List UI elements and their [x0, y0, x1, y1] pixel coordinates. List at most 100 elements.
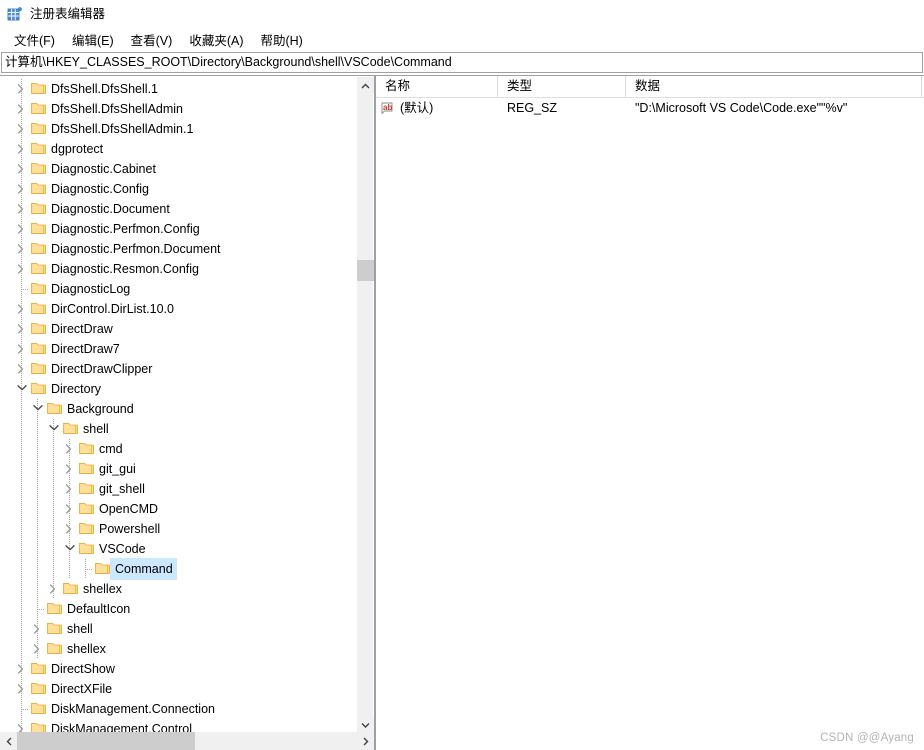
folder-icon — [30, 319, 47, 339]
tree-item[interactable]: shellex — [0, 579, 356, 599]
tree-guide-line — [69, 559, 70, 579]
folder-icon — [30, 359, 47, 379]
value-row[interactable]: ab (默认) REG_SZ "D:\Microsoft VS Code\Code.e… — [376, 98, 924, 119]
chevron-right-icon[interactable] — [14, 319, 30, 339]
tree-item[interactable]: Diagnostic.Config — [0, 179, 356, 199]
tree-hscrollbar-thumb[interactable] — [17, 732, 195, 750]
tree-item[interactable]: Diagnostic.Cabinet — [0, 159, 356, 179]
chevron-right-icon[interactable] — [14, 119, 30, 139]
tree-item[interactable]: DiskManagement.Connection — [0, 699, 356, 719]
tree-item[interactable]: git_gui — [0, 459, 356, 479]
tree-guide-line — [21, 539, 22, 559]
chevron-right-icon[interactable] — [14, 359, 30, 379]
folder-icon — [78, 539, 95, 559]
column-header-data[interactable]: 数据 — [626, 76, 922, 97]
tree-item[interactable]: Diagnostic.Perfmon.Document — [0, 239, 356, 259]
tree-guide-line — [53, 439, 54, 459]
tree-item[interactable]: DirectDraw7 — [0, 339, 356, 359]
tree-item[interactable]: DirectDrawClipper — [0, 359, 356, 379]
tree-item[interactable]: Directory — [0, 379, 356, 399]
chevron-right-icon[interactable] — [14, 159, 30, 179]
address-bar[interactable]: 计算机\HKEY_CLASSES_ROOT\Directory\Backgrou… — [1, 52, 923, 73]
chevron-right-icon[interactable] — [62, 479, 78, 499]
folder-icon — [46, 399, 63, 419]
chevron-right-icon[interactable] — [46, 579, 62, 599]
tree-item[interactable]: Diagnostic.Resmon.Config — [0, 259, 356, 279]
tree-item[interactable]: Diagnostic.Document — [0, 199, 356, 219]
tree-item[interactable]: Background — [0, 399, 356, 419]
tree-item[interactable]: DfsShell.DfsShellAdmin — [0, 99, 356, 119]
tree-item[interactable]: VSCode — [0, 539, 356, 559]
chevron-down-icon[interactable] — [14, 379, 30, 399]
tree-item[interactable]: DirectDraw — [0, 319, 356, 339]
chevron-right-icon[interactable] — [14, 199, 30, 219]
chevron-right-icon[interactable] — [14, 139, 30, 159]
tree-item[interactable]: DiagnosticLog — [0, 279, 356, 299]
tree-item[interactable]: OpenCMD — [0, 499, 356, 519]
tree-item[interactable]: DirControl.DirList.10.0 — [0, 299, 356, 319]
registry-tree-pane: DfsShell.DfsShell.1 DfsShell.DfsShellAdmi… — [0, 75, 375, 750]
folder-icon — [30, 379, 47, 399]
chevron-right-icon[interactable] — [357, 732, 374, 750]
tree-item[interactable]: shell — [0, 419, 356, 439]
tree-item[interactable]: DefaultIcon — [0, 599, 356, 619]
registry-tree[interactable]: DfsShell.DfsShell.1 DfsShell.DfsShellAdmi… — [0, 76, 356, 732]
tree-item[interactable]: DirectXFile — [0, 679, 356, 699]
chevron-right-icon[interactable] — [14, 659, 30, 679]
tree-item[interactable]: DiskManagement.Control — [0, 719, 356, 732]
chevron-down-icon[interactable] — [357, 716, 374, 733]
tree-guide-line — [21, 399, 22, 419]
chevron-right-icon[interactable] — [62, 519, 78, 539]
tree-item-label: DirectDrawClipper — [51, 362, 153, 376]
chevron-left-icon[interactable] — [0, 732, 17, 750]
chevron-down-icon[interactable] — [62, 539, 78, 559]
chevron-right-icon[interactable] — [14, 99, 30, 119]
chevron-right-icon[interactable] — [30, 639, 46, 659]
tree-item[interactable]: Command — [0, 558, 356, 580]
tree-item[interactable]: dgprotect — [0, 139, 356, 159]
tree-guide-line — [53, 459, 54, 479]
chevron-right-icon[interactable] — [14, 239, 30, 259]
chevron-right-icon[interactable] — [14, 79, 30, 99]
column-header-name[interactable]: 名称 — [376, 76, 498, 97]
tree-item[interactable]: Diagnostic.Perfmon.Config — [0, 219, 356, 239]
tree-vertical-scrollbar[interactable] — [356, 77, 374, 733]
menu-view[interactable]: 查看(V) — [124, 28, 180, 52]
chevron-right-icon[interactable] — [14, 679, 30, 699]
tree-item[interactable]: cmd — [0, 439, 356, 459]
chevron-right-icon[interactable] — [14, 259, 30, 279]
tree-item[interactable]: DfsShell.DfsShell.1 — [0, 79, 356, 99]
chevron-right-icon[interactable] — [14, 339, 30, 359]
chevron-right-icon[interactable] — [62, 459, 78, 479]
chevron-right-icon[interactable] — [14, 719, 30, 732]
tree-item[interactable]: shellex — [0, 639, 356, 659]
tree-item[interactable]: shell — [0, 619, 356, 639]
tree-horizontal-scrollbar[interactable] — [0, 732, 374, 750]
chevron-right-icon[interactable] — [14, 299, 30, 319]
chevron-down-icon[interactable] — [30, 399, 46, 419]
title-bar: 注册表编辑器 — [0, 0, 924, 28]
chevron-right-icon[interactable] — [14, 179, 30, 199]
menu-edit[interactable]: 编辑(E) — [65, 28, 121, 52]
chevron-right-icon[interactable] — [30, 619, 46, 639]
menu-help[interactable]: 帮助(H) — [253, 28, 309, 52]
tree-item[interactable]: Powershell — [0, 519, 356, 539]
chevron-down-icon[interactable] — [46, 419, 62, 439]
tree-scrollbar-thumb[interactable] — [357, 260, 374, 281]
values-list[interactable]: ab (默认) REG_SZ "D:\Microsoft VS Code\Code.e… — [376, 98, 924, 119]
tree-item[interactable]: DfsShell.DfsShellAdmin.1 — [0, 119, 356, 139]
tree-item[interactable]: DirectShow — [0, 659, 356, 679]
tree-item[interactable]: git_shell — [0, 479, 356, 499]
column-header-type[interactable]: 类型 — [498, 76, 626, 97]
menu-favorites[interactable]: 收藏夹(A) — [182, 28, 250, 52]
chevron-right-icon[interactable] — [62, 439, 78, 459]
tree-guide-line — [37, 559, 38, 579]
chevron-right-icon[interactable] — [14, 219, 30, 239]
chevron-right-icon[interactable] — [62, 499, 78, 519]
chevron-up-icon[interactable] — [357, 77, 374, 94]
menu-file[interactable]: 文件(F) — [7, 28, 62, 52]
